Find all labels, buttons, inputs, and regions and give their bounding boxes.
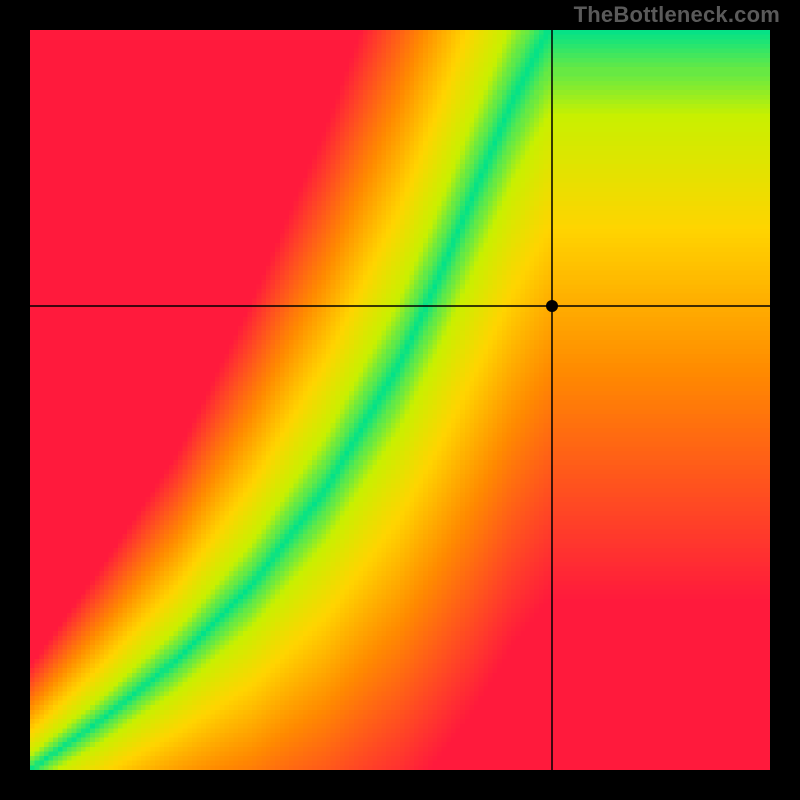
marker-point	[546, 300, 558, 312]
chart-frame: TheBottleneck.com	[0, 0, 800, 800]
heatmap-overlay	[30, 30, 770, 770]
watermark-text: TheBottleneck.com	[574, 2, 780, 28]
